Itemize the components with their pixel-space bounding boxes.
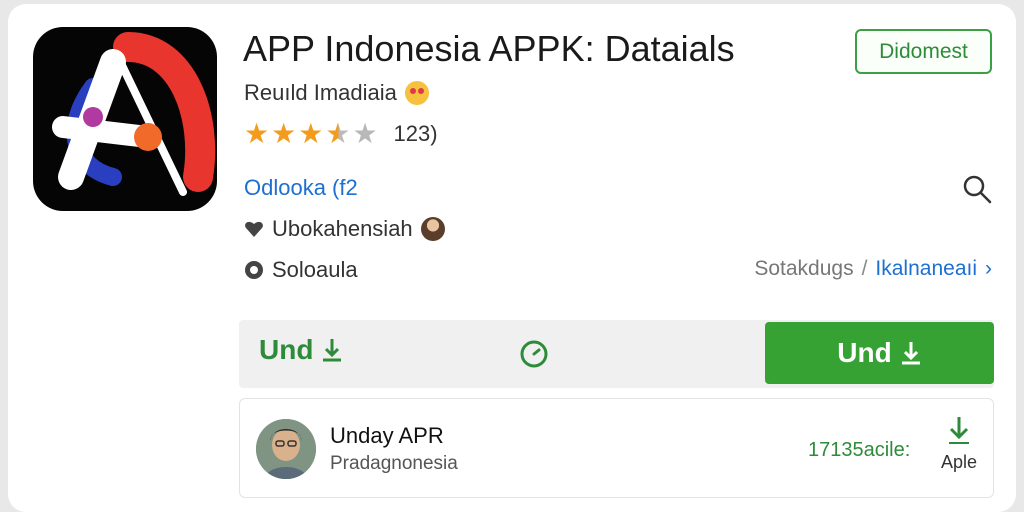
search-icon (963, 175, 992, 204)
download-arrow-icon (949, 417, 969, 444)
reviewer-avatar[interactable] (256, 419, 316, 479)
heart-icon (245, 221, 263, 237)
app-title: APP Indonesia APPK: Dataials (243, 28, 735, 69)
star-icon: ★ (244, 118, 270, 149)
developer-row: Reuıld Imadiaia (244, 80, 429, 106)
meta-row-2: Soloaula (244, 257, 358, 283)
reviewer-subtitle: Pradagnonesia (330, 453, 458, 474)
breadcrumb-item-2[interactable]: Ikalnaneaıi (875, 257, 977, 281)
app-logo-icon (33, 27, 217, 211)
developer-name[interactable]: Reuıld Imadiaia (244, 80, 397, 106)
install-button[interactable]: Und (765, 322, 994, 384)
review-count: 17135acile: (808, 439, 911, 461)
meta-text-1: Ubokahensiah (272, 216, 413, 241)
location-pin-icon (245, 261, 263, 279)
review-download-label: Aple (940, 452, 978, 472)
secondary-download-button[interactable]: Und (259, 334, 343, 366)
star-half-icon: ★ (325, 118, 351, 149)
search-button[interactable] (958, 170, 996, 208)
heart-eyes-emoji-icon (404, 81, 429, 105)
clock-icon[interactable] (519, 339, 549, 369)
review-card: Unday APR Pradagnonesia 17135acile: Aple (239, 398, 994, 498)
breadcrumb-item-1[interactable]: Sotakdugs (754, 257, 853, 281)
meta-row-1: Ubokahensiah (244, 216, 445, 242)
star-empty-icon: ★ (352, 118, 378, 149)
review-download-button[interactable]: Aple (938, 415, 980, 473)
star-icon: ★ (298, 118, 324, 149)
download-arrow-icon (901, 342, 920, 365)
app-link[interactable]: Odlooka (f2 (244, 175, 358, 201)
top-badge-button[interactable]: Didomest (855, 29, 992, 74)
install-label: Und (837, 337, 892, 368)
meta-text-2: Soloaula (272, 257, 358, 282)
chevron-right-icon: › (985, 257, 992, 280)
breadcrumb: Sotakdugs / Ikalnaneaıi › (754, 257, 992, 281)
avatar (420, 217, 445, 241)
reviewer-name: Unday APR (330, 423, 444, 448)
secondary-download-label: Und (259, 334, 314, 365)
download-arrow-icon (323, 339, 342, 362)
rating-count: 123) (393, 121, 438, 146)
action-bar: Und Und (239, 320, 994, 388)
rating-row: ★ ★ ★ ★ ★ 123) (244, 120, 438, 148)
star-icon: ★ (271, 118, 297, 149)
breadcrumb-separator: / (861, 257, 868, 280)
